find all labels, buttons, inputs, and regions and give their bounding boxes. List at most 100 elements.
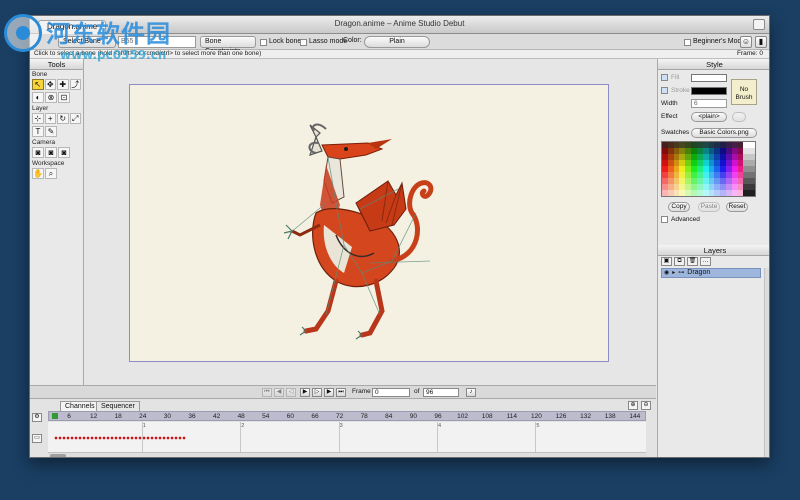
lock-bone-checkbox[interactable]: Lock bone bbox=[260, 36, 301, 48]
window-zoom-button[interactable] bbox=[753, 19, 765, 30]
window-title: Dragon.anime – Anime Studio Debut bbox=[334, 19, 465, 28]
fill-checkbox[interactable] bbox=[661, 74, 668, 81]
playhead-marker-icon[interactable] bbox=[52, 413, 58, 419]
width-field[interactable]: 6 bbox=[691, 99, 727, 108]
reparent-bone-tool-icon[interactable]: ⤴ bbox=[69, 79, 81, 90]
dragon-illustration[interactable] bbox=[130, 85, 608, 361]
step-forward-icon[interactable]: ▷ bbox=[312, 388, 322, 397]
tab-channels[interactable]: Channels bbox=[60, 401, 100, 411]
eye-visibility-icon[interactable]: ◉ bbox=[664, 269, 669, 277]
character-wizard-icon[interactable]: ☺ bbox=[740, 36, 752, 48]
manipulate-bones-tool-icon[interactable]: ⊗ bbox=[45, 92, 57, 103]
advanced-checkbox[interactable] bbox=[661, 216, 668, 223]
ruler-tick-label: 126 bbox=[555, 413, 567, 420]
zoom-magnifier-tool-icon[interactable]: ⌕ bbox=[45, 168, 57, 179]
timeline-scroll-thumb[interactable] bbox=[50, 454, 66, 457]
rewind-icon[interactable]: ⏮ bbox=[262, 388, 272, 397]
stage-frame[interactable] bbox=[129, 84, 609, 362]
ruler-tick-label: 60 bbox=[286, 413, 295, 420]
timeline-options-icon[interactable]: ⚙ bbox=[32, 413, 42, 422]
track-camera-tool-icon[interactable]: ◙ bbox=[32, 147, 44, 158]
palette-swatch[interactable] bbox=[749, 190, 755, 196]
library-book-icon[interactable]: ▮ bbox=[755, 36, 767, 48]
bone-strength-tool-icon[interactable]: ◐ bbox=[32, 92, 44, 103]
color-label: Color: bbox=[343, 37, 362, 44]
previous-keyframe-icon[interactable]: ◁ bbox=[286, 388, 296, 397]
bone-name-field[interactable]: B55 bbox=[118, 36, 196, 48]
lasso-mode-box[interactable] bbox=[300, 38, 307, 46]
stroke-checkbox[interactable] bbox=[661, 87, 668, 94]
duplicate-layer-icon[interactable]: ⧉ bbox=[674, 257, 685, 266]
lasso-mode-label: Lasso mode bbox=[309, 38, 348, 45]
set-origin-tool-icon[interactable]: ⊹ bbox=[32, 113, 44, 124]
ruler-tick-label: 54 bbox=[262, 413, 270, 420]
zoom-camera-tool-icon[interactable]: ◙ bbox=[45, 147, 57, 158]
bone-constraints-button[interactable]: Bone Constraints bbox=[200, 36, 256, 55]
paste-button[interactable]: Paste bbox=[698, 202, 720, 212]
keyframe-markers[interactable] bbox=[54, 436, 186, 440]
keyframe-track[interactable]: 1 2 3 4 5 bbox=[48, 422, 646, 452]
stroke-color-swatch[interactable] bbox=[691, 87, 727, 95]
eyedropper-tool-icon[interactable]: ✎ bbox=[45, 126, 57, 137]
beginners-mode-box[interactable] bbox=[684, 38, 691, 46]
text-tool-icon[interactable]: T bbox=[32, 126, 44, 137]
layer-track-icon: ▭ bbox=[32, 434, 42, 443]
lasso-mode-checkbox[interactable]: Lasso mode bbox=[300, 36, 347, 48]
step-back-icon[interactable]: ◀ bbox=[274, 388, 284, 397]
effect-select[interactable]: <plain> bbox=[691, 112, 727, 122]
advanced-row[interactable]: Advanced bbox=[661, 216, 700, 223]
layers-scrollbar[interactable] bbox=[764, 268, 769, 457]
copy-button[interactable]: Copy bbox=[668, 202, 690, 212]
total-frames-field[interactable]: 96 bbox=[423, 388, 459, 397]
lock-bone-box[interactable] bbox=[260, 38, 267, 46]
stroke-label: Stroke bbox=[671, 87, 690, 94]
swatches-select[interactable]: Basic Colors.png bbox=[691, 128, 757, 138]
reset-button[interactable]: Reset bbox=[726, 202, 748, 212]
rotate-layer-tool-icon[interactable]: ↻ bbox=[57, 113, 69, 124]
timeline-panel: Channels Sequencer ⊕ ⊖ ⚙ ▭ 6 12 18 24 30 36 42… bbox=[30, 398, 656, 457]
select-bone-button[interactable]: Select Bone bbox=[58, 36, 116, 48]
translate-layer-tool-icon[interactable]: + bbox=[44, 113, 56, 124]
canvas-area[interactable] bbox=[85, 59, 656, 385]
play-icon[interactable]: ▶ bbox=[300, 388, 310, 397]
app-window: Dragon.anime Dragon.anime – Anime Studio… bbox=[29, 15, 770, 458]
bind-layer-tool-icon[interactable]: ⊡ bbox=[58, 92, 70, 103]
no-brush-button[interactable]: No Brush bbox=[731, 79, 757, 105]
next-keyframe-icon[interactable]: ▶ bbox=[324, 388, 334, 397]
ruler-tick-label: 36 bbox=[188, 413, 196, 420]
audio-speaker-icon[interactable]: ♪ bbox=[466, 388, 476, 397]
beginners-mode-checkbox[interactable]: Beginner's Mode bbox=[684, 36, 745, 48]
frame-ruler[interactable]: 6 12 18 24 30 36 42 48 54 60 66 72 78 84 90 96 102 108 114… bbox=[48, 411, 646, 421]
main-area: Tools Bone ↖ ✥ ✚ ⤴ ◐ ⊗ ⊡ Layer ⊹ + ↻ ⤢ T bbox=[30, 59, 769, 457]
new-layer-icon[interactable]: ▣ bbox=[661, 257, 672, 266]
status-bar: Click to select a bone (hold <shift> or … bbox=[30, 50, 769, 59]
color-select[interactable]: Plain bbox=[364, 36, 430, 48]
timeline-zoom-in-icon[interactable]: ⊕ bbox=[628, 401, 638, 410]
ruler-tick-label: 24 bbox=[139, 413, 147, 420]
section-marker-label: 5 bbox=[536, 423, 540, 429]
of-label: of bbox=[414, 388, 420, 395]
pan-hand-tool-icon[interactable]: ✋ bbox=[32, 168, 44, 179]
add-bone-tool-icon[interactable]: ✚ bbox=[57, 79, 69, 90]
fill-color-swatch[interactable] bbox=[691, 74, 727, 82]
layer-row[interactable]: ◉ ▸ ⊶ Dragon bbox=[661, 268, 761, 278]
effect-row: Effect bbox=[661, 113, 678, 120]
timeline-zoom-out-icon[interactable]: ⊖ bbox=[641, 401, 651, 410]
delete-layer-icon[interactable]: 🗑 bbox=[687, 257, 698, 266]
layer-expand-chevron-icon[interactable]: ▸ bbox=[672, 269, 675, 277]
current-frame-field[interactable]: 0 bbox=[372, 388, 410, 397]
frame-label: Frame bbox=[352, 388, 371, 395]
playback-bar: ⏮ ◀ ◁ ▶ ▷ ▶ ⏭ Frame 0 of 96 ♪ bbox=[30, 385, 656, 398]
timeline-scrollbar[interactable] bbox=[48, 452, 646, 457]
layer-settings-icon[interactable]: … bbox=[700, 257, 711, 266]
effect-settings-button[interactable] bbox=[732, 112, 746, 122]
select-bone-tool-icon[interactable]: ↖ bbox=[32, 79, 44, 90]
title-bar: Dragon.anime Dragon.anime – Anime Studio… bbox=[30, 16, 769, 34]
scale-layer-tool-icon[interactable]: ⤢ bbox=[69, 113, 81, 124]
color-swatch-palette[interactable] bbox=[661, 141, 756, 197]
ruler-tick-label: 132 bbox=[580, 413, 592, 420]
roll-camera-tool-icon[interactable]: ◙ bbox=[58, 147, 70, 158]
tab-sequencer[interactable]: Sequencer bbox=[96, 401, 140, 411]
translate-bone-tool-icon[interactable]: ✥ bbox=[44, 79, 56, 90]
fast-forward-icon[interactable]: ⏭ bbox=[336, 388, 346, 397]
